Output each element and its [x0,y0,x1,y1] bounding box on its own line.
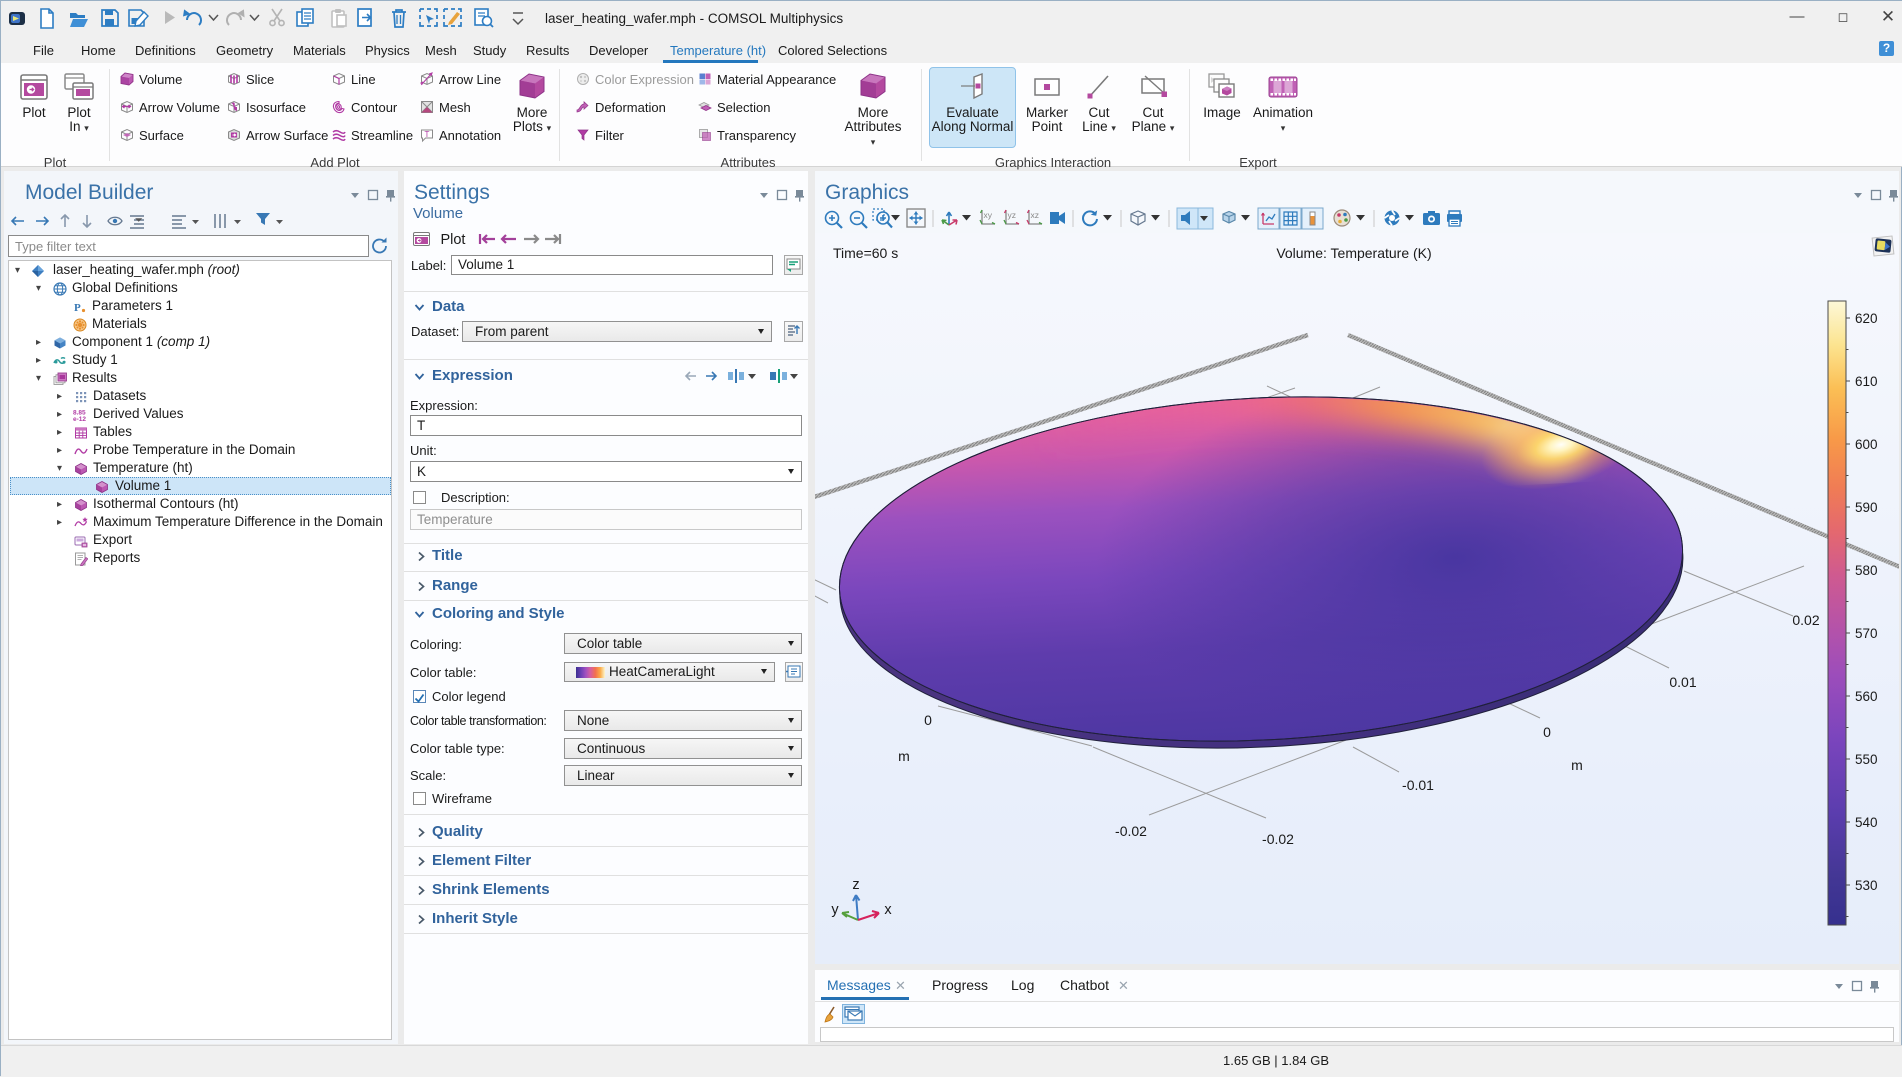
svg-text:xz: xz [1031,210,1040,220]
svg-text:0: 0 [1543,724,1551,740]
svg-text:xy: xy [984,210,993,220]
svg-text:600: 600 [1855,437,1878,452]
svg-text:0.01: 0.01 [1669,674,1696,690]
svg-text:m: m [898,748,910,764]
svg-text:m: m [1571,757,1583,773]
svg-text:590: 590 [1855,500,1878,515]
svg-text:y: y [831,902,839,918]
svg-text:540: 540 [1855,815,1878,830]
svg-text:0: 0 [924,712,932,728]
svg-text:580: 580 [1855,563,1878,578]
svg-text:610: 610 [1855,374,1878,389]
svg-text:Volume: Temperature (K): Volume: Temperature (K) [1276,245,1431,261]
svg-text:-0.02: -0.02 [1115,823,1147,839]
svg-text:x: x [884,902,892,918]
svg-text:z: z [852,877,859,893]
svg-text:570: 570 [1855,626,1878,641]
svg-text:-0.01: -0.01 [1402,777,1434,793]
svg-text:0.02: 0.02 [1792,612,1819,628]
svg-text:550: 550 [1855,752,1878,767]
svg-text:530: 530 [1855,878,1878,893]
svg-text:620: 620 [1855,311,1878,326]
svg-text:Time=60 s: Time=60 s [833,245,898,261]
svg-text:-0.02: -0.02 [1262,831,1294,847]
svg-text:yz: yz [1008,210,1017,220]
svg-text:560: 560 [1855,689,1878,704]
